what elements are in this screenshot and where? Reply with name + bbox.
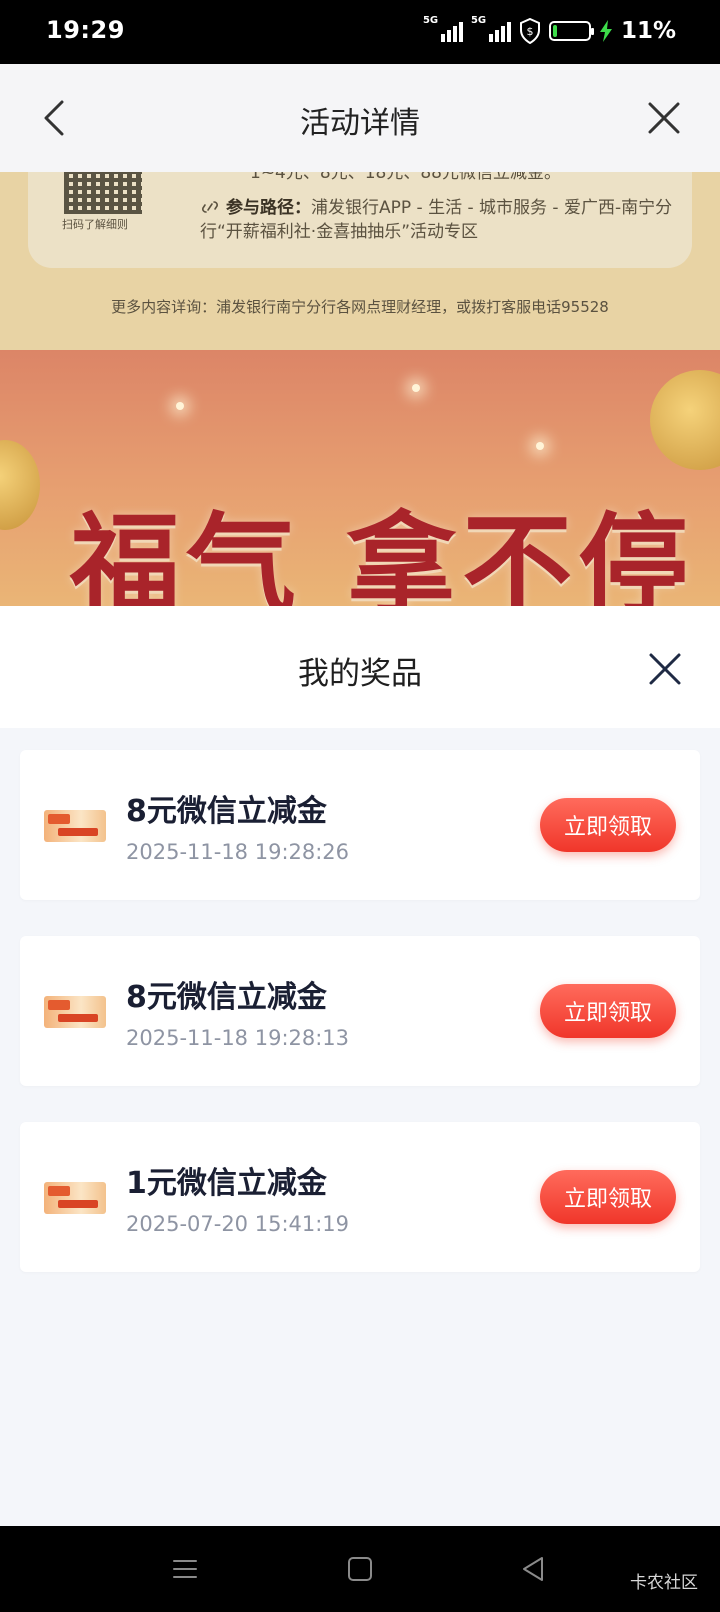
sheet-header: 我的奖品	[0, 606, 720, 728]
close-icon[interactable]	[646, 650, 684, 688]
prize-thumbnail	[44, 810, 106, 842]
more-info-text: 更多内容详询：浦发银行南宁分行各网点理财经理，或拨打客服电话95528	[111, 298, 609, 316]
prize-time: 2025-11-18 19:28:13	[126, 1026, 350, 1050]
svg-text:$: $	[526, 25, 533, 38]
qr-label: 扫码了解细则	[62, 218, 128, 231]
prize-list-text: 1~4元、8元、18元、88元微信立减金。	[250, 172, 561, 183]
menu-icon[interactable]	[170, 1554, 200, 1584]
status-time: 19:29	[46, 16, 125, 44]
prize-name: 1元微信立减金	[126, 1166, 327, 1201]
signal-5g-icon: 5G	[422, 15, 463, 44]
prize-time: 2025-07-20 15:41:19	[126, 1212, 350, 1236]
battery-fill	[552, 25, 557, 37]
coin-decoration	[0, 440, 40, 530]
path-key: 参与路径：	[226, 198, 311, 218]
link-icon	[202, 201, 218, 213]
promo-banner: 福气 拿不停	[0, 350, 720, 606]
coin-decoration	[650, 370, 720, 470]
claim-button[interactable]: 立即领取	[540, 798, 676, 852]
activity-info-card: 1~4元、8元、18元、88元微信立减金。 扫码了解细则 参与路径：浦发银行AP…	[28, 172, 692, 268]
status-icons: 5G 5G $ 11%	[422, 15, 676, 44]
participation-path: 参与路径：浦发银行APP - 生活 - 城市服务 - 爱广西-南宁分行“开薪福利…	[200, 196, 680, 244]
close-icon[interactable]	[644, 98, 684, 138]
back-triangle-icon[interactable]	[518, 1554, 548, 1584]
status-bar: 19:29 5G 5G $ 11%	[0, 0, 720, 64]
prize-thumbnail	[44, 1182, 106, 1214]
charging-bolt-icon	[599, 20, 612, 42]
prize-time: 2025-11-18 19:28:26	[126, 840, 350, 864]
prize-card: 8元微信立减金 2025-11-18 19:28:26 立即领取	[20, 750, 700, 900]
sheet-title: 我的奖品	[298, 656, 422, 692]
qr-code	[64, 172, 142, 214]
prize-thumbnail	[44, 996, 106, 1028]
watermark: 卡农社区	[630, 1573, 698, 1593]
shield-icon: $	[519, 18, 540, 44]
sparkle	[536, 442, 544, 450]
prize-name: 8元微信立减金	[126, 794, 327, 829]
sim2-tag: 5G	[470, 15, 487, 26]
battery-percent: 11%	[620, 18, 676, 44]
signal-5g-icon: 5G	[470, 15, 511, 44]
sparkle	[176, 402, 184, 410]
prize-card: 8元微信立减金 2025-11-18 19:28:13 立即领取	[20, 936, 700, 1086]
claim-button[interactable]: 立即领取	[540, 984, 676, 1038]
claim-button[interactable]: 立即领取	[540, 1170, 676, 1224]
prize-name: 8元微信立减金	[126, 980, 327, 1015]
battery-icon	[548, 21, 594, 41]
prize-sheet: 我的奖品 8元微信立减金 2025-11-18 19:28:26 立即领取 8元…	[0, 606, 720, 1526]
app-header: 活动详情	[0, 64, 720, 172]
activity-detail-page: 1~4元、8元、18元、88元微信立减金。 扫码了解细则 参与路径：浦发银行AP…	[0, 172, 720, 606]
banner-headline: 福气 拿不停	[70, 502, 695, 606]
sparkle	[412, 384, 420, 392]
home-square-icon[interactable]	[345, 1554, 375, 1584]
page-title: 活动详情	[300, 106, 420, 141]
sim1-tag: 5G	[422, 15, 439, 26]
system-nav-bar: 卡农社区	[0, 1526, 720, 1612]
prize-card: 1元微信立减金 2025-07-20 15:41:19 立即领取	[20, 1122, 700, 1272]
